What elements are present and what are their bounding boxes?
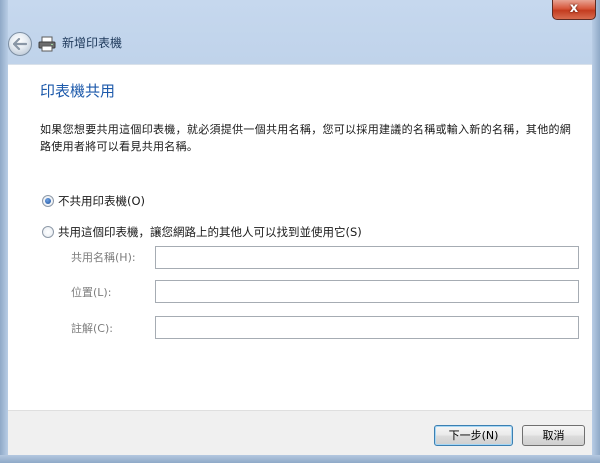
wizard-header: 新增印表機 xyxy=(8,22,592,64)
location-field[interactable] xyxy=(155,280,579,303)
location-label: 位置(L): xyxy=(71,286,112,299)
wizard-content: 印表機共用 如果您想要共用這個印表機，就必須提供一個共用名稱，您可以採用建議的名… xyxy=(8,64,592,410)
next-button[interactable]: 下一步(N) xyxy=(434,425,513,446)
comment-field[interactable] xyxy=(155,316,579,339)
share-label: 共用這個印表機，讓您網路上的其他人可以找到並使用它(S) xyxy=(58,225,362,239)
close-button[interactable]: x xyxy=(552,0,596,20)
no-share-label: 不共用印表機(O) xyxy=(58,194,146,208)
wizard-footer: 下一步(N) 取消 xyxy=(8,410,592,456)
no-share-radio[interactable] xyxy=(42,195,54,207)
close-icon: x xyxy=(569,1,579,16)
page-description: 如果您想要共用這個印表機，就必須提供一個共用名稱，您可以採用建議的名稱或輸入新的… xyxy=(40,123,572,153)
window-frame-left xyxy=(0,0,8,463)
back-button[interactable] xyxy=(8,32,32,56)
comment-label: 註解(C): xyxy=(71,322,113,335)
window-frame-right xyxy=(592,0,600,463)
option-share[interactable]: 共用這個印表機，讓您網路上的其他人可以找到並使用它(S) xyxy=(42,224,362,240)
window-title: 新增印表機 xyxy=(62,36,123,50)
option-no-share[interactable]: 不共用印表機(O) xyxy=(42,193,145,209)
share-radio[interactable] xyxy=(42,226,54,238)
share-name-field[interactable] xyxy=(155,246,579,269)
window-frame-bottom xyxy=(0,455,600,463)
printer-icon xyxy=(38,36,56,52)
cancel-button[interactable]: 取消 xyxy=(522,425,585,446)
share-name-label: 共用名稱(H): xyxy=(71,251,136,264)
page-title: 印表機共用 xyxy=(40,82,116,100)
back-arrow-icon xyxy=(13,38,27,50)
add-printer-window: x 新增印表機 印表機共用 如果您想要共用這個印表機，就必須提供一個共用名稱，您… xyxy=(0,0,600,463)
